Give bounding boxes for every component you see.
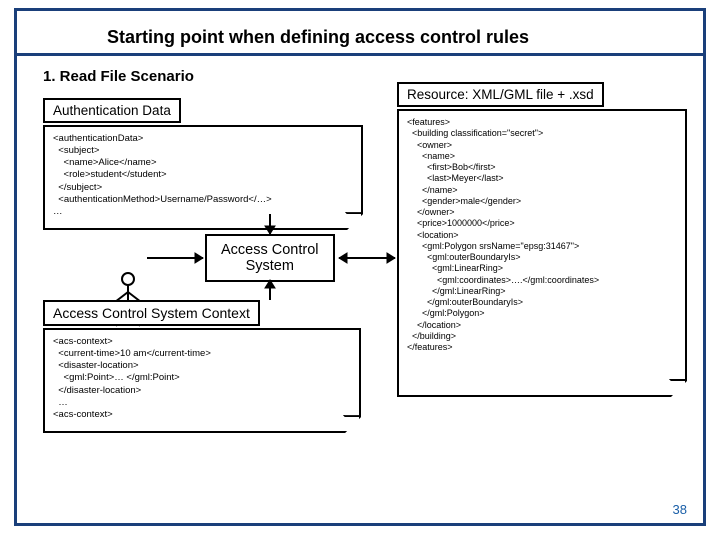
- acs-label-line1: Access Control System: [221, 242, 319, 274]
- acs-context-group: Access Control System Context <acs-conte…: [43, 300, 361, 433]
- title-area: Starting point when defining access cont…: [17, 11, 703, 56]
- acs-box: Access Control System: [205, 234, 335, 282]
- slide-body: 1. Read File Scenario Authentication Dat…: [17, 56, 703, 514]
- resource-note: <features> <building classification="sec…: [397, 109, 687, 397]
- acs-context-label: Access Control System Context: [43, 300, 260, 326]
- slide-title: Starting point when defining access cont…: [107, 27, 691, 48]
- acs-box-wrap: Access Control System: [205, 234, 335, 282]
- left-column: Authentication Data <authenticationData>…: [43, 98, 373, 230]
- acs-context-xml: <acs-context> <current-time>10 am</curre…: [53, 336, 351, 421]
- slide-frame: Starting point when defining access cont…: [14, 8, 706, 526]
- acs-context-note: <acs-context> <current-time>10 am</curre…: [43, 328, 361, 433]
- auth-data-label: Authentication Data: [43, 98, 181, 123]
- auth-data-note: <authenticationData> <subject> <name>Ali…: [43, 125, 363, 230]
- resource-xml: <features> <building classification="sec…: [407, 117, 677, 353]
- auth-data-xml: <authenticationData> <subject> <name>Ali…: [53, 133, 353, 218]
- page-number: 38: [673, 502, 687, 517]
- resource-label: Resource: XML/GML file + .xsd: [397, 82, 604, 107]
- right-column: Resource: XML/GML file + .xsd <features>…: [397, 82, 689, 397]
